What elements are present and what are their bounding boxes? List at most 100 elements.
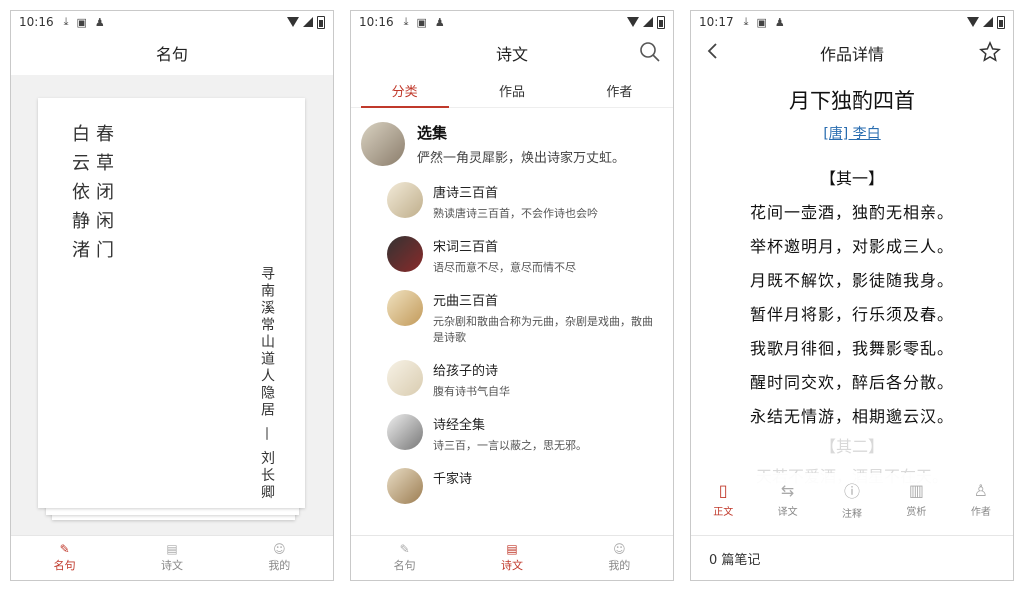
nav-famous-quotes[interactable]: ✎ 名句 bbox=[351, 536, 458, 580]
poem-line: 永结无情游，相期邈云汉。 bbox=[749, 407, 954, 426]
signal-icon bbox=[983, 17, 993, 27]
wifi-icon bbox=[287, 17, 299, 27]
notes-count: 0 篇笔记 bbox=[709, 552, 761, 568]
signal-icon bbox=[303, 17, 313, 27]
download-icon: ⤓ bbox=[403, 15, 409, 28]
bottom-nav: ✎ 名句 ▤ 诗文 ☺ 我的 bbox=[11, 535, 333, 580]
notes-bar[interactable]: 0 篇笔记 bbox=[691, 535, 1013, 580]
quote-line-2: 白云依静渚 bbox=[69, 124, 90, 269]
tab-translation[interactable]: ⇆ 译文 bbox=[755, 473, 819, 525]
document-icon: ▯ bbox=[718, 480, 728, 500]
tab-label: 正文 bbox=[713, 506, 734, 518]
tab-works[interactable]: 作品 bbox=[458, 73, 565, 107]
nav-poems[interactable]: ▤ 诗文 bbox=[118, 536, 225, 580]
item-title: 给孩子的诗 bbox=[433, 364, 499, 379]
item-subtitle: 语尽而意不尽，意尽而情不尽 bbox=[433, 261, 576, 274]
poem-line: 暂伴月将影，行乐须及春。 bbox=[749, 305, 954, 324]
tab-original-text[interactable]: ▯ 正文 bbox=[691, 473, 755, 525]
tab-authors[interactable]: 作者 bbox=[566, 73, 673, 107]
item-subtitle: 诗三百，一言以蔽之，思无邪。 bbox=[433, 439, 587, 452]
page-title: 作品详情 bbox=[819, 45, 884, 64]
poem-section-heading-next: 【其二】 bbox=[819, 437, 884, 456]
bottom-nav: ✎ 名句 ▤ 诗文 ☺ 我的 bbox=[351, 535, 673, 580]
wifi-icon bbox=[967, 17, 979, 27]
nav-famous-quotes[interactable]: ✎ 名句 bbox=[11, 536, 118, 580]
page-title: 诗文 bbox=[495, 45, 528, 64]
image-icon: ▣ bbox=[76, 15, 87, 29]
nav-label: 名句 bbox=[53, 559, 76, 572]
list-item[interactable]: 千家诗 bbox=[351, 460, 673, 510]
item-title: 唐诗三百首 bbox=[433, 186, 499, 201]
profile-icon: ☺ bbox=[273, 542, 286, 556]
star-icon[interactable] bbox=[979, 41, 1001, 68]
nav-poems[interactable]: ▤ 诗文 bbox=[458, 536, 565, 580]
list-item[interactable]: 元曲三百首 元杂剧和散曲合称为元曲，杂剧是戏曲，散曲是诗歌 bbox=[351, 282, 673, 352]
tab-annotation[interactable]: ⓘ 注释 bbox=[820, 473, 884, 525]
nav-label: 诗文 bbox=[500, 559, 523, 572]
poem-line: 月既不解饮，影徒随我身。 bbox=[749, 271, 954, 290]
person-icon: ♟ bbox=[434, 15, 445, 29]
image-icon: ▣ bbox=[756, 15, 767, 29]
download-icon: ⤓ bbox=[743, 15, 749, 28]
battery-icon bbox=[657, 15, 665, 29]
category-tabs: 分类 作品 作者 bbox=[351, 73, 673, 108]
item-thumbnail bbox=[387, 414, 423, 450]
quote-card-stack[interactable]: 春草闭闲门 白云依静渚 寻南溪常山道人隐居 — 刘长卿 bbox=[38, 98, 305, 520]
nav-mine[interactable]: ☺ 我的 bbox=[566, 536, 673, 580]
list-item[interactable]: 给孩子的诗腹有诗书气自华 bbox=[351, 352, 673, 406]
profile-icon: ☺ bbox=[613, 542, 626, 556]
list-item[interactable]: 诗经全集诗三百，一言以蔽之，思无邪。 bbox=[351, 406, 673, 460]
app-bar: 名句 bbox=[11, 33, 333, 73]
tab-label: 作者 bbox=[970, 506, 991, 518]
anthology-header[interactable]: 选集 俨然一角灵犀影，焕出诗家万丈虹。 bbox=[351, 108, 673, 170]
item-subtitle: 腹有诗书气自华 bbox=[433, 385, 510, 398]
quote-card[interactable]: 春草闭闲门 白云依静渚 寻南溪常山道人隐居 — 刘长卿 bbox=[38, 98, 305, 508]
quote-source: 寻南溪常山道人隐居 — 刘长卿 bbox=[259, 266, 275, 502]
document-icon: ▤ bbox=[506, 542, 518, 556]
battery-icon bbox=[997, 15, 1005, 29]
poem-line: 我歌月徘徊，我舞影零乱。 bbox=[749, 339, 954, 358]
item-thumbnail bbox=[387, 290, 423, 326]
phone-poems: 10:16 ⤓ ▣ ♟ 诗文 分类 作品 作者 选集 俨然一角灵犀影，焕出诗家万… bbox=[350, 10, 674, 581]
info-icon: ⓘ bbox=[844, 482, 861, 501]
status-time: 10:17 bbox=[699, 15, 734, 29]
quote-area: 春草闭闲门 白云依静渚 寻南溪常山道人隐居 — 刘长卿 bbox=[11, 75, 333, 536]
wifi-icon bbox=[627, 17, 639, 27]
search-icon[interactable] bbox=[639, 41, 661, 68]
anthology-subtitle: 俨然一角灵犀影，焕出诗家万丈虹。 bbox=[417, 151, 626, 166]
person-icon: ♙ bbox=[973, 480, 988, 500]
person-icon: ♟ bbox=[774, 15, 785, 29]
item-subtitle: 熟读唐诗三百首，不会作诗也会吟 bbox=[433, 207, 598, 220]
quill-icon: ✎ bbox=[399, 542, 410, 556]
person-icon: ♟ bbox=[94, 15, 105, 29]
poem-author-link[interactable]: [唐] 李白 bbox=[691, 123, 1013, 143]
app-bar: 作品详情 bbox=[691, 33, 1013, 73]
quill-icon: ✎ bbox=[59, 542, 70, 556]
nav-mine[interactable]: ☺ 我的 bbox=[226, 536, 333, 580]
back-arrow-icon[interactable] bbox=[703, 41, 723, 66]
item-thumbnail bbox=[387, 360, 423, 396]
item-thumbnail bbox=[387, 236, 423, 272]
item-title: 千家诗 bbox=[433, 472, 473, 487]
list-item[interactable]: 唐诗三百首熟读唐诗三百首，不会作诗也会吟 bbox=[351, 174, 673, 228]
page-title: 名句 bbox=[155, 45, 188, 64]
app-bar: 诗文 bbox=[351, 33, 673, 73]
list-item[interactable]: 宋词三百首语尽而意不尽，意尽而情不尽 bbox=[351, 228, 673, 282]
tab-label: 译文 bbox=[777, 506, 798, 518]
tab-appreciation[interactable]: ▥ 赏析 bbox=[884, 473, 948, 525]
document-icon: ▤ bbox=[166, 542, 178, 556]
download-icon: ⤓ bbox=[63, 15, 69, 28]
quote-line-1: 春草闭闲门 bbox=[93, 124, 114, 269]
nav-label: 我的 bbox=[268, 559, 291, 572]
poem-section-heading: 【其一】 bbox=[819, 169, 884, 188]
status-time: 10:16 bbox=[19, 15, 54, 29]
tab-author[interactable]: ♙ 作者 bbox=[949, 473, 1013, 525]
tab-category[interactable]: 分类 bbox=[351, 73, 458, 107]
book-icon: ▥ bbox=[908, 480, 924, 500]
tab-label: 注释 bbox=[842, 509, 863, 520]
status-bar: 10:16 ⤓ ▣ ♟ bbox=[351, 11, 673, 33]
battery-icon bbox=[317, 15, 325, 29]
translate-icon: ⇆ bbox=[780, 480, 795, 500]
item-title: 诗经全集 bbox=[433, 418, 486, 433]
item-title: 宋词三百首 bbox=[433, 240, 499, 255]
